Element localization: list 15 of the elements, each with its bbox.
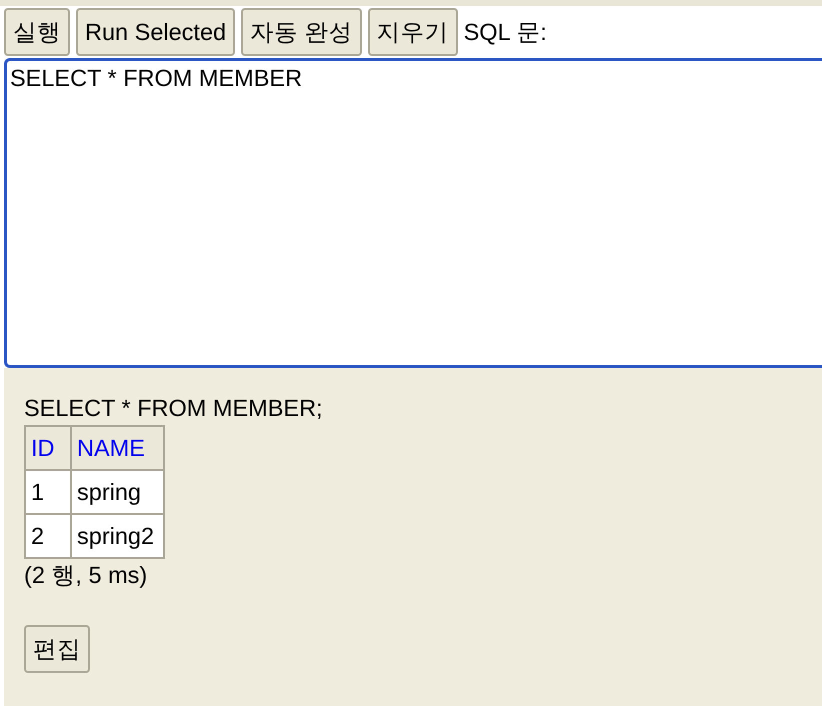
toolbar-button[interactable]: Run Selected <box>76 8 236 56</box>
result-summary: (2 행, 5 ms) <box>24 561 148 590</box>
column-header: NAME <box>71 426 164 470</box>
table-cell: 1 <box>25 470 71 514</box>
toolbar-button[interactable]: 지우기 <box>368 8 458 56</box>
column-header: ID <box>25 426 71 470</box>
toolbar-button[interactable]: 실행 <box>4 8 70 56</box>
table-cell: spring2 <box>71 514 164 558</box>
toolbar-button[interactable]: 자동 완성 <box>241 8 362 56</box>
sql-label: SQL 문: <box>464 18 547 47</box>
sql-input-field[interactable]: SELECT * FROM MEMBER <box>4 58 822 368</box>
edit-button[interactable]: 편집 <box>24 625 90 674</box>
sql-statement: SELECT * FROM MEMBER; <box>24 394 323 422</box>
table-cell: 2 <box>25 514 71 558</box>
table-cell: spring <box>71 470 164 514</box>
